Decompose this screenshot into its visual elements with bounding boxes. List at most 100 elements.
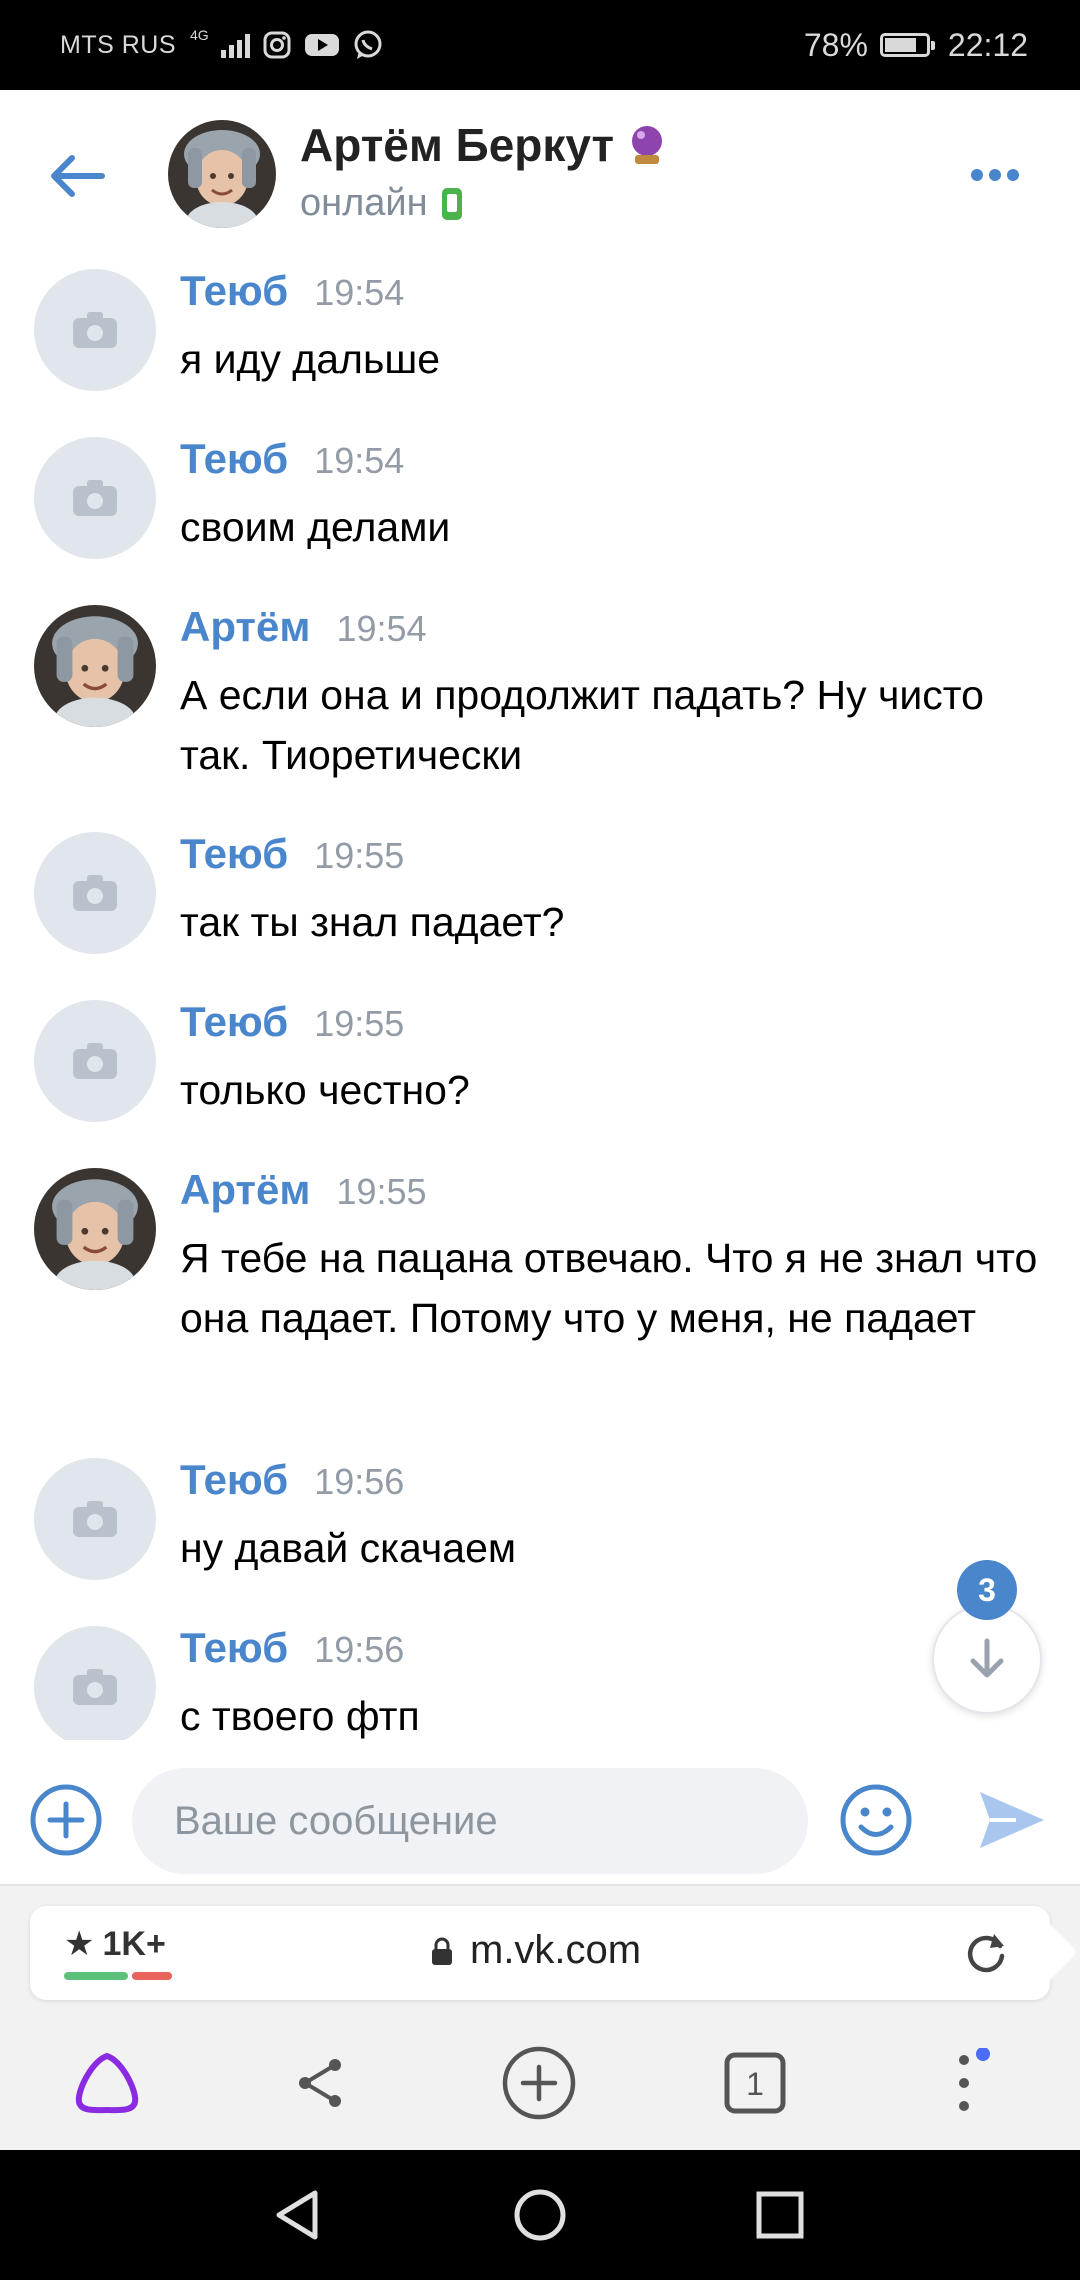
message-composer <box>0 1760 1080 1880</box>
tabs-button[interactable]: 1 <box>710 2038 800 2128</box>
scroll-down-button[interactable] <box>932 1604 1042 1714</box>
message-author[interactable]: Теюб <box>180 830 288 878</box>
crystal-ball-icon <box>632 126 663 164</box>
message-time: 19:54 <box>336 608 427 649</box>
message-author[interactable]: Теюб <box>180 1456 288 1504</box>
avatar-photo[interactable] <box>34 1168 156 1290</box>
message-author[interactable]: Артём <box>180 603 310 651</box>
avatar-camera-placeholder[interactable] <box>34 437 156 559</box>
youtube-icon <box>304 31 340 59</box>
camera-icon <box>73 1043 117 1079</box>
arrow-down-icon <box>970 1638 1004 1678</box>
system-home-button[interactable] <box>505 2180 575 2250</box>
instagram-icon <box>262 30 292 60</box>
message-header: Артём 19:54 <box>180 603 427 651</box>
avatar-camera-placeholder[interactable] <box>34 1458 156 1580</box>
camera-icon <box>73 1501 117 1537</box>
message-text: своим делами <box>180 504 451 550</box>
message-text: только честно? <box>180 1067 470 1113</box>
message-text: с твоего фтп <box>180 1693 420 1739</box>
mobile-online-icon <box>441 187 462 220</box>
message-text: А если она и продолжит падать? Ну чисто … <box>180 672 984 778</box>
unread-count-badge[interactable]: 3 <box>957 1560 1017 1620</box>
message-time: 19:56 <box>314 1629 405 1670</box>
message-header: Теюб 19:56 <box>180 1456 404 1504</box>
back-button[interactable] <box>40 145 112 207</box>
emoji-button[interactable] <box>838 1782 914 1858</box>
message-text: я иду дальше <box>180 336 441 382</box>
message-header: Артём 19:55 <box>180 1166 427 1214</box>
message-time: 19:55 <box>314 1003 405 1044</box>
message-author[interactable]: Теюб <box>180 998 288 1046</box>
menu-button[interactable] <box>928 2038 1018 2128</box>
smile-icon <box>840 1784 912 1856</box>
browser-chrome: ★ 1K+ m.vk.com 1 <box>0 1884 1080 2150</box>
back-arrow-icon <box>51 155 105 197</box>
message-time: 19:55 <box>314 835 405 876</box>
message-time: 19:56 <box>314 1461 405 1502</box>
message-text: ну давай скачаем <box>180 1525 517 1571</box>
attach-button[interactable] <box>28 1782 104 1858</box>
reload-button[interactable] <box>960 1926 1012 1978</box>
lock-icon <box>432 1937 452 1965</box>
signal-icon <box>220 32 250 58</box>
avatar-camera-placeholder[interactable] <box>34 1626 156 1740</box>
rating-bars <box>64 1972 172 1980</box>
avatar-camera-placeholder[interactable] <box>34 832 156 954</box>
status-bar: MTS RUS 4G 78% 22:12 <box>0 0 1080 90</box>
message-author[interactable]: Теюб <box>180 267 288 315</box>
kebab-menu-icon <box>959 2048 990 2111</box>
message-text: Я тебе на пацана отвечаю. Что я не знал … <box>180 1235 1038 1341</box>
system-back-button[interactable] <box>264 2180 334 2250</box>
add-circle-icon <box>502 2046 576 2120</box>
message-header: Теюб 19:54 <box>180 435 404 483</box>
contact-name-text: Артём Беркут <box>300 119 615 171</box>
message-input[interactable] <box>132 1768 808 1874</box>
avatar-photo[interactable] <box>34 605 156 727</box>
avatar-camera-placeholder[interactable] <box>34 269 156 391</box>
browser-toolbar: 1 <box>0 2016 1080 2152</box>
star-icon: ★ <box>64 1925 95 1963</box>
message-header: Теюб 19:55 <box>180 998 404 1046</box>
url-display[interactable]: m.vk.com <box>430 1928 641 1973</box>
avatar-camera-placeholder[interactable] <box>34 1000 156 1122</box>
square-recents-icon <box>756 2191 804 2239</box>
message-header: Теюб 19:56 <box>180 1624 404 1672</box>
contact-name[interactable]: Артём Беркут <box>300 118 666 172</box>
more-dots-icon <box>971 169 983 181</box>
message-time: 19:54 <box>314 440 405 481</box>
message-text: так ты знал падает? <box>180 899 565 945</box>
address-bar-tail <box>1010 1918 1078 1986</box>
address-bar[interactable]: ★ 1K+ m.vk.com <box>30 1906 1078 2000</box>
message-author[interactable]: Артём <box>180 1166 310 1214</box>
alice-icon <box>75 2053 139 2114</box>
message-author[interactable]: Теюб <box>180 435 288 483</box>
circle-home-icon <box>514 2189 566 2241</box>
share-button[interactable] <box>276 2038 366 2128</box>
more-button[interactable] <box>960 155 1030 195</box>
message-header: Теюб 19:54 <box>180 267 404 315</box>
share-icon <box>299 2059 341 2107</box>
alice-button[interactable] <box>62 2038 152 2128</box>
add-circle-icon <box>30 1784 102 1856</box>
system-recents-button[interactable] <box>745 2180 815 2250</box>
whatsapp-icon <box>352 29 384 61</box>
clock: 22:12 <box>947 26 1028 63</box>
header-avatar[interactable] <box>168 120 276 228</box>
tab-count: 1 <box>746 2066 764 2102</box>
online-status-text: онлайн <box>300 182 428 224</box>
battery-percent: 78% <box>803 26 868 63</box>
message-time: 19:55 <box>336 1171 427 1212</box>
camera-icon <box>73 480 117 516</box>
site-rating[interactable]: ★ 1K+ <box>64 1924 166 1964</box>
chat-header: Артём Беркут онлайн <box>0 90 1080 260</box>
rating-text: 1K+ <box>102 1924 166 1963</box>
new-tab-button[interactable] <box>494 2038 584 2128</box>
message-author[interactable]: Теюб <box>180 1624 288 1672</box>
network-type: 4G <box>190 27 209 43</box>
url-text: m.vk.com <box>470 1928 642 1972</box>
send-button[interactable] <box>976 1784 1048 1856</box>
reload-icon <box>967 1934 1005 1973</box>
message-list[interactable]: Теюб 19:54 я иду дальше Теюб 19:54 своим… <box>0 260 1080 1740</box>
message-time: 19:54 <box>314 272 405 313</box>
